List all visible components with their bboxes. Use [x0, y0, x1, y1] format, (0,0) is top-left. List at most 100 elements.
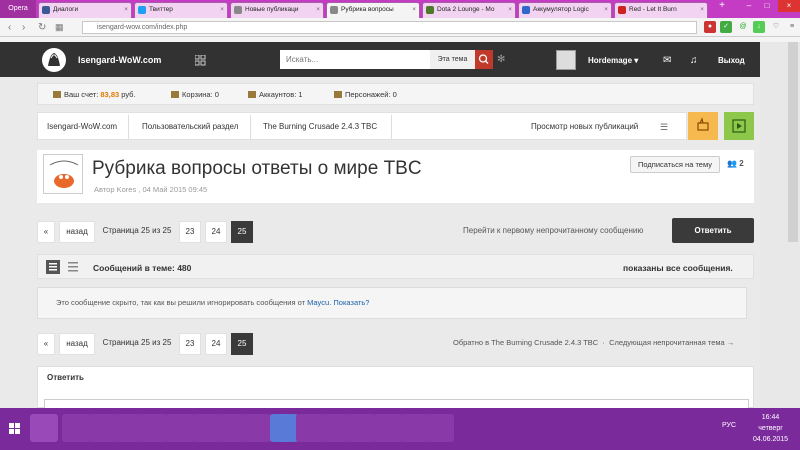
- close-icon[interactable]: ×: [700, 3, 704, 17]
- first-page-button[interactable]: «: [37, 333, 55, 355]
- prev-page-button[interactable]: назад: [59, 333, 95, 355]
- characters-link[interactable]: Персонажей: 0: [334, 90, 397, 99]
- forward-icon[interactable]: ›: [22, 22, 25, 33]
- close-icon[interactable]: ×: [220, 3, 224, 17]
- search-scope-select[interactable]: Эта тема: [430, 50, 475, 69]
- reload-icon[interactable]: ↻: [38, 22, 46, 33]
- first-page-button[interactable]: «: [37, 221, 55, 243]
- back-icon[interactable]: ‹: [8, 22, 11, 33]
- play-icon: [732, 119, 746, 133]
- skype-icon[interactable]: [374, 414, 402, 442]
- minimize-icon[interactable]: –: [742, 0, 756, 12]
- site-logo[interactable]: [42, 48, 66, 72]
- close-icon[interactable]: ×: [412, 3, 416, 17]
- home-icon[interactable]: ▦: [55, 22, 64, 33]
- chevron-down-icon: ▾: [634, 56, 639, 65]
- author-avatar[interactable]: [43, 154, 83, 194]
- current-page[interactable]: 25: [231, 333, 253, 355]
- gear-icon[interactable]: ✻: [497, 54, 505, 65]
- url-field[interactable]: isengard-wow.com/index.php: [82, 21, 697, 34]
- current-page[interactable]: 25: [231, 221, 253, 243]
- page-23-button[interactable]: 23: [179, 333, 201, 355]
- opera-menu-button[interactable]: Opera: [0, 0, 36, 18]
- system-clock[interactable]: 16:44 четверг 04.06.2015: [753, 412, 788, 445]
- scrollbar-thumb[interactable]: [788, 42, 798, 242]
- search-button[interactable]: [475, 50, 493, 69]
- app-icon[interactable]: [296, 414, 324, 442]
- back-to-forum-link[interactable]: Обратно в The Burning Crusade 2.4.3 TBC: [453, 338, 598, 347]
- page-24-button[interactable]: 24: [205, 221, 227, 243]
- menu-icon[interactable]: ≡: [786, 21, 798, 33]
- breadcrumb-user-section[interactable]: Пользовательский раздел: [142, 122, 238, 131]
- prev-page-button[interactable]: назад: [59, 221, 95, 243]
- tab-new-publications[interactable]: Новые публикаци ×: [230, 2, 324, 18]
- tab-dota2lounge[interactable]: Dota 2 Lounge - Mo ×: [422, 2, 516, 18]
- app-icon[interactable]: [140, 414, 168, 442]
- page-23-button[interactable]: 23: [179, 221, 201, 243]
- accounts-link[interactable]: Аккаунтов: 1: [248, 90, 303, 99]
- app-icon[interactable]: [426, 414, 454, 442]
- windows-start-icon[interactable]: [4, 414, 26, 442]
- reply-button[interactable]: Ответить: [672, 218, 754, 243]
- ignored-user-link[interactable]: Maycu: [307, 298, 329, 307]
- app-icon[interactable]: [114, 414, 142, 442]
- tab-topic[interactable]: Рубрика вопросы ×: [326, 2, 420, 18]
- download-icon[interactable]: ↓: [753, 21, 765, 33]
- cart-link[interactable]: Корзина: 0: [171, 90, 219, 99]
- close-icon[interactable]: ×: [124, 3, 128, 17]
- list-icon[interactable]: ☰: [660, 122, 668, 133]
- breadcrumb-tbc[interactable]: The Burning Crusade 2.4.3 TBC: [263, 122, 377, 131]
- heart-icon[interactable]: ♡: [770, 21, 782, 33]
- username-menu[interactable]: Hordemage ▾: [588, 56, 638, 65]
- tab-logic[interactable]: Аккумулятор Logic ×: [518, 2, 612, 18]
- opera-taskbar-icon[interactable]: [270, 414, 298, 442]
- close-icon[interactable]: ×: [508, 3, 512, 17]
- cart-icon: [171, 91, 179, 98]
- close-window-icon[interactable]: ×: [778, 0, 800, 12]
- app-icon[interactable]: [88, 414, 116, 442]
- logout-link[interactable]: Выход: [718, 56, 745, 65]
- page-24-button[interactable]: 24: [205, 333, 227, 355]
- evernote-icon[interactable]: ✓: [720, 21, 732, 33]
- user-avatar[interactable]: [556, 50, 576, 70]
- page-scrollbar[interactable]: [760, 42, 800, 408]
- app-icon[interactable]: [166, 414, 194, 442]
- language-indicator[interactable]: РУС: [722, 422, 736, 429]
- tab-music[interactable]: Red - Let It Burn ×: [614, 2, 708, 18]
- app-icon[interactable]: [192, 414, 220, 442]
- site-name[interactable]: Isengard-WoW.com: [78, 55, 161, 65]
- account-balance[interactable]: Ваш счет: 83,83 руб.: [53, 90, 136, 99]
- bell-icon[interactable]: ♫: [690, 55, 698, 66]
- view-new-publications-link[interactable]: Просмотр новых публикаций: [531, 122, 638, 131]
- reply-section: Ответить: [37, 366, 754, 411]
- balance-unit: руб.: [121, 90, 136, 99]
- apps-grid-icon[interactable]: [195, 55, 206, 66]
- list-view-icon[interactable]: [46, 260, 60, 274]
- mail-icon[interactable]: ✉: [663, 55, 671, 66]
- maximize-icon[interactable]: □: [760, 0, 774, 12]
- show-post-link[interactable]: Показать?: [333, 298, 369, 307]
- like-button[interactable]: [688, 112, 718, 140]
- app-icon[interactable]: [322, 414, 350, 442]
- app-icon[interactable]: [244, 414, 272, 442]
- mail-icon[interactable]: @: [737, 21, 749, 33]
- close-icon[interactable]: ×: [604, 3, 608, 17]
- file-explorer-icon[interactable]: [30, 414, 58, 442]
- new-tab-button[interactable]: +: [715, 0, 729, 12]
- search-input[interactable]: [280, 50, 430, 69]
- first-unread-link[interactable]: Перейти к первому непрочитанному сообщен…: [463, 226, 643, 235]
- app-icon[interactable]: [400, 414, 428, 442]
- next-unread-link[interactable]: Следующая непрочитанная тема →: [609, 338, 734, 347]
- breadcrumb-home[interactable]: Isengard-WoW.com: [47, 122, 117, 131]
- subscribe-button[interactable]: Подписаться на тему: [630, 156, 720, 173]
- followers-count[interactable]: 👥 2: [727, 159, 744, 168]
- close-icon[interactable]: ×: [316, 3, 320, 17]
- extension-icon[interactable]: ●: [704, 21, 716, 33]
- app-icon[interactable]: [348, 414, 376, 442]
- skype-icon[interactable]: [218, 414, 246, 442]
- app-icon[interactable]: [62, 414, 90, 442]
- play-button[interactable]: [724, 112, 754, 140]
- tab-twitter[interactable]: Твиттер ×: [134, 2, 228, 18]
- tab-dialogs[interactable]: Диалоги ×: [38, 2, 132, 18]
- compact-view-icon[interactable]: [68, 261, 78, 273]
